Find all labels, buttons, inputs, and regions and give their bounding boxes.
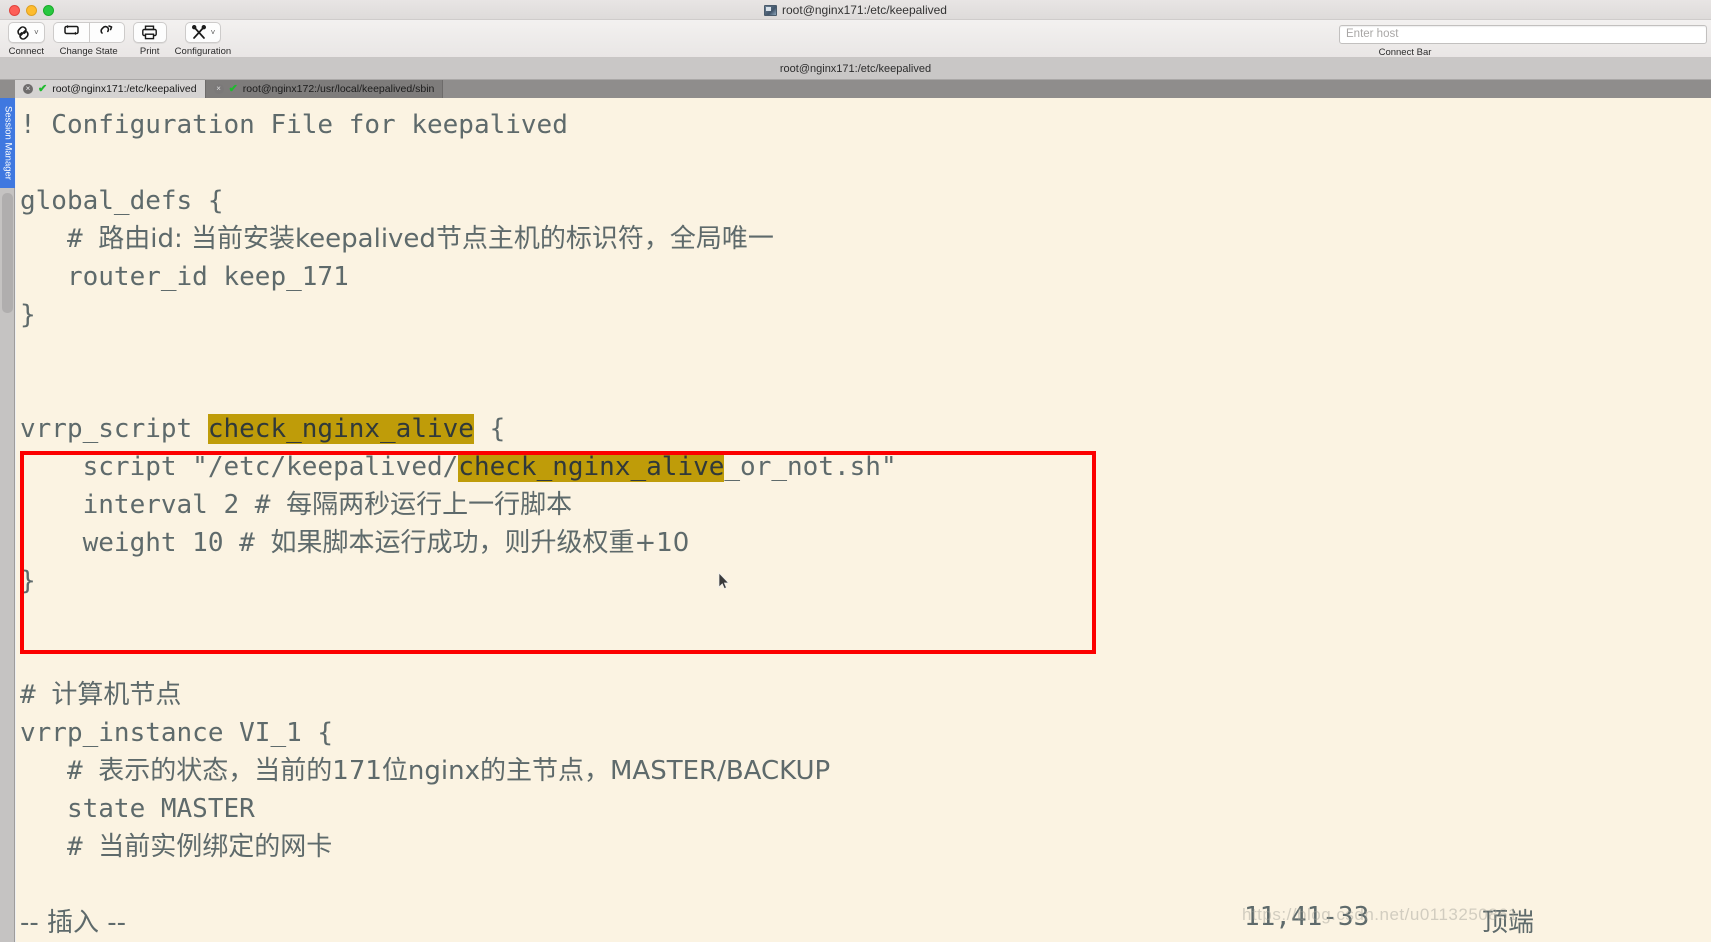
tab-nginx171[interactable]: × ✔ root@nginx171:/etc/keepalived: [15, 80, 206, 98]
terminal-segment: {: [473, 414, 506, 444]
terminal-segment: _or_not.sh": [724, 452, 897, 482]
terminal-segment: #: [20, 680, 52, 710]
terminal-segment: weight 10 #: [20, 528, 271, 558]
connect-bar: Connect Bar: [1339, 24, 1707, 58]
scrollbar-thumb[interactable]: [2, 193, 13, 313]
link-icon: [14, 25, 32, 40]
terminal-icon: [764, 4, 778, 16]
terminal-segment: router_id keep_171: [20, 262, 349, 292]
chevron-down-icon[interactable]: ˅: [211, 28, 216, 37]
terminal-segment: 计算机节点: [51, 680, 182, 710]
disconnect-button[interactable]: [88, 22, 125, 43]
app-window: root@nginx171:/etc/keepalived ˅ Connect: [0, 0, 1711, 942]
search-highlight: check_nginx_alive: [458, 452, 725, 482]
terminal-segment: 表示的状态，当前的171位nginx的主节点，MASTER/BACKUP: [98, 756, 831, 786]
terminal-line: # 路由id: 当前安装keepalived节点主机的标识符，全局唯一: [20, 220, 1711, 258]
session-manager-rail[interactable]: Session Manager: [0, 98, 15, 942]
tab-label: root@nginx172:/usr/local/keepalived/sbin: [242, 83, 435, 95]
mouse-pointer-icon: [718, 572, 730, 590]
terminal-segment: }: [20, 566, 36, 596]
print-button[interactable]: [132, 22, 167, 43]
tab-label: root@nginx171:/etc/keepalived: [52, 83, 197, 95]
terminal-line: router_id keep_171: [20, 258, 1711, 296]
terminal-segment: vrrp_script: [20, 414, 208, 444]
tab-close-icon[interactable]: ×: [23, 84, 33, 94]
terminal-segment: 每隔两秒运行上一行脚本: [286, 490, 573, 520]
window-title-text: root@nginx171:/etc/keepalived: [782, 3, 947, 17]
search-highlight: check_nginx_alive: [207, 414, 474, 444]
tools-icon: [191, 25, 209, 40]
session-manager-label: Session Manager: [2, 106, 13, 180]
terminal-segment: #: [20, 832, 99, 862]
terminal-text: ! Configuration File for keepalived glob…: [16, 98, 1711, 866]
terminal-segment: ! Configuration File for keepalived: [20, 110, 568, 140]
connect-button[interactable]: ˅: [8, 22, 45, 43]
toolbar-connect[interactable]: ˅ Connect: [8, 22, 45, 57]
window-title: root@nginx171:/etc/keepalived: [0, 0, 1711, 20]
terminal-line: state MASTER: [20, 790, 1711, 828]
terminal-segment: 如果脚本运行成功，则升级权重+10: [270, 528, 690, 558]
terminal-segment: #: [20, 224, 99, 254]
terminal-line: interval 2 # 每隔两秒运行上一行脚本: [20, 486, 1711, 524]
tab-close-icon[interactable]: ×: [213, 84, 224, 94]
configuration-button[interactable]: ˅: [184, 22, 222, 43]
terminal-segment: state MASTER: [20, 794, 255, 824]
terminal-line: }: [20, 296, 1711, 334]
terminal-segment: interval 2 #: [20, 490, 287, 520]
tabbar-spacer: [0, 80, 15, 98]
connect-label: Connect: [8, 46, 45, 57]
terminal-line: # 当前实例绑定的网卡: [20, 828, 1711, 866]
print-label: Print: [139, 46, 160, 57]
tab-bar: × ✔ root@nginx171:/etc/keepalived × ✔ ro…: [0, 80, 1711, 98]
connect-bar-label: Connect Bar: [1378, 46, 1432, 58]
tab-connected-icon: ✔: [228, 82, 238, 95]
terminal-segment: script "/etc/keepalived/: [20, 452, 459, 482]
terminal-segment: vrrp_instance VI_1 {: [20, 718, 334, 748]
toolbar-configuration[interactable]: ˅ Configuration: [174, 22, 232, 57]
terminal-line: ! Configuration File for keepalived: [20, 106, 1711, 144]
terminal-view[interactable]: ! Configuration File for keepalived glob…: [16, 98, 1711, 942]
sidebar-item-session-manager[interactable]: Session Manager: [0, 98, 15, 188]
terminal-segment: #: [20, 756, 99, 786]
cursor-position: 11,41-33: [1244, 902, 1370, 932]
terminal-line: # 计算机节点: [20, 676, 1711, 714]
path-strip: root@nginx171:/etc/keepalived: [0, 58, 1711, 80]
change-state-buttons[interactable]: [52, 22, 125, 43]
title-bar: root@nginx171:/etc/keepalived: [0, 0, 1711, 20]
terminal-line: vrrp_script check_nginx_alive {: [20, 410, 1711, 448]
change-state-label: Change State: [59, 46, 118, 57]
tab-connected-icon: ✔: [38, 82, 48, 95]
chevron-down-icon[interactable]: ˅: [34, 28, 39, 37]
terminal-line: }: [20, 562, 1711, 600]
terminal-line: script "/etc/keepalived/check_nginx_aliv…: [20, 448, 1711, 486]
configuration-label: Configuration: [174, 46, 232, 57]
terminal-line: global_defs {: [20, 182, 1711, 220]
terminal-segment: 路由id: 当前安装keepalived节点主机的标识符，全局唯一: [98, 224, 774, 254]
path-strip-text: root@nginx171:/etc/keepalived: [779, 62, 932, 75]
terminal-line: weight 10 # 如果脚本运行成功，则升级权重+10: [20, 524, 1711, 562]
terminal-segment: 当前实例绑定的网卡: [98, 832, 333, 862]
vim-mode-indicator: -- 插入 --: [20, 908, 127, 938]
terminal-segment: }: [20, 300, 36, 330]
toolbar-change-state[interactable]: Change State: [52, 22, 125, 57]
host-input[interactable]: [1339, 24, 1707, 44]
reconnect-button[interactable]: [52, 22, 89, 43]
toolbar-print[interactable]: Print: [132, 22, 167, 57]
terminal-segment: global_defs {: [20, 186, 224, 216]
terminal-line: vrrp_instance VI_1 {: [20, 714, 1711, 752]
terminal-line: # 表示的状态，当前的171位nginx的主节点，MASTER/BACKUP: [20, 752, 1711, 790]
status-bar: -- 插入 -- 11,41-33 顶端: [16, 900, 1711, 942]
printer-icon: [141, 25, 158, 40]
scroll-position: 顶端: [1482, 908, 1535, 938]
tab-nginx172[interactable]: × ✔ root@nginx172:/usr/local/keepalived/…: [205, 80, 444, 98]
toolbar: ˅ Connect Change State Print ˅ Configura…: [0, 20, 1711, 58]
disconnect-icon: [98, 23, 115, 42]
reconnect-icon: [63, 23, 80, 42]
